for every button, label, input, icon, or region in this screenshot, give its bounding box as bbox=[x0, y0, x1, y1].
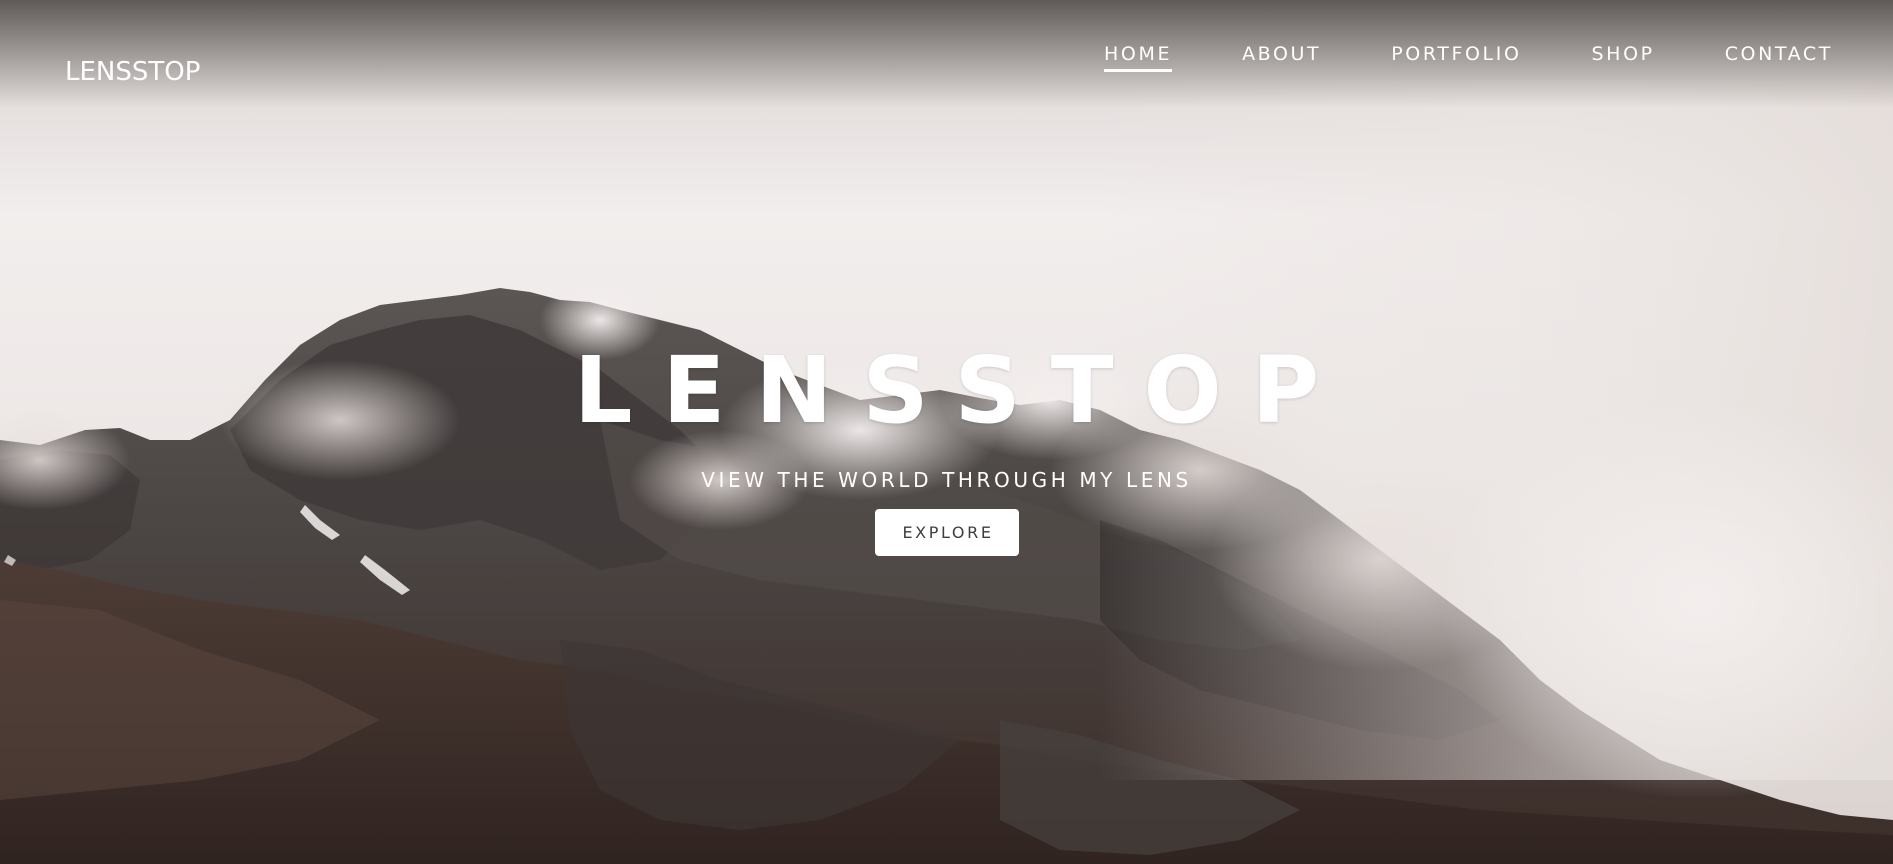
nav-item-shop[interactable]: SHOP bbox=[1592, 41, 1655, 73]
nav-item-portfolio[interactable]: PORTFOLIO bbox=[1391, 41, 1521, 73]
hero-subtitle: VIEW THE WORLD THROUGH MY LENS bbox=[701, 468, 1192, 492]
hero-section: LENSSTOP HOME ABOUT PORTFOLIO SHOP CONTA… bbox=[0, 0, 1893, 864]
hero-content: LENSSTOP VIEW THE WORLD THROUGH MY LENS … bbox=[0, 336, 1893, 556]
nav-item-contact[interactable]: CONTACT bbox=[1725, 41, 1833, 73]
main-navigation: HOME ABOUT PORTFOLIO SHOP CONTACT bbox=[1034, 41, 1833, 73]
nav-item-home[interactable]: HOME bbox=[1104, 41, 1173, 72]
nav-item-about[interactable]: ABOUT bbox=[1242, 41, 1321, 73]
site-logo[interactable]: LENSSTOP bbox=[65, 56, 200, 88]
explore-button[interactable]: EXPLORE bbox=[874, 509, 1019, 556]
hero-title: LENSSTOP bbox=[573, 337, 1350, 444]
